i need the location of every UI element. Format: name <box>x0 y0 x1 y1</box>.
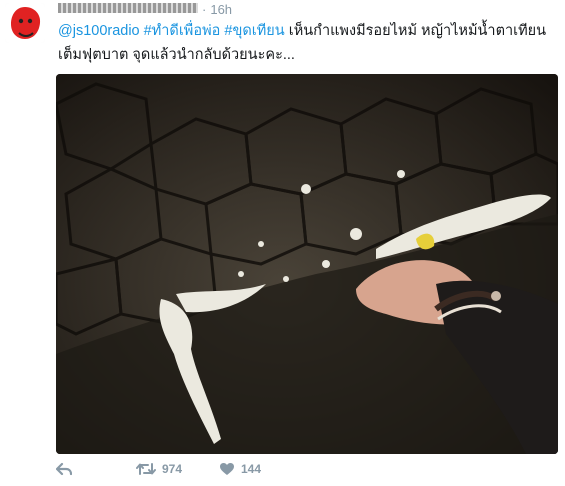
tweet-text: @js100radio #ทำดีเพื่อพ่อ #ขุดเทียน เห็น… <box>58 19 558 67</box>
reply-icon <box>56 462 72 476</box>
mention-link[interactable]: @js100radio <box>58 23 140 39</box>
retweet-icon <box>136 463 156 475</box>
heart-icon <box>220 463 234 475</box>
separator-dot: · <box>202 2 207 17</box>
retweet-button[interactable]: 974 <box>136 462 182 476</box>
reply-button[interactable] <box>56 462 72 476</box>
tweet-photo[interactable] <box>56 74 558 454</box>
like-count: 144 <box>241 462 262 476</box>
retweet-count: 974 <box>162 462 183 476</box>
tweet: · 16h @js100radio #ทำดีเพื่อพ่อ #ขุดเทียน… <box>0 0 565 486</box>
tweet-timestamp[interactable]: 16h <box>210 2 232 17</box>
avatar[interactable] <box>5 3 45 43</box>
like-button[interactable]: 144 <box>219 462 261 476</box>
hashtag-link[interactable]: #ทำดีเพื่อพ่อ <box>144 23 221 39</box>
hashtag-link[interactable]: #ขุดเทียน <box>224 23 284 39</box>
redacted-user-name[interactable] <box>58 2 198 13</box>
tweet-header: · 16h <box>58 2 232 18</box>
